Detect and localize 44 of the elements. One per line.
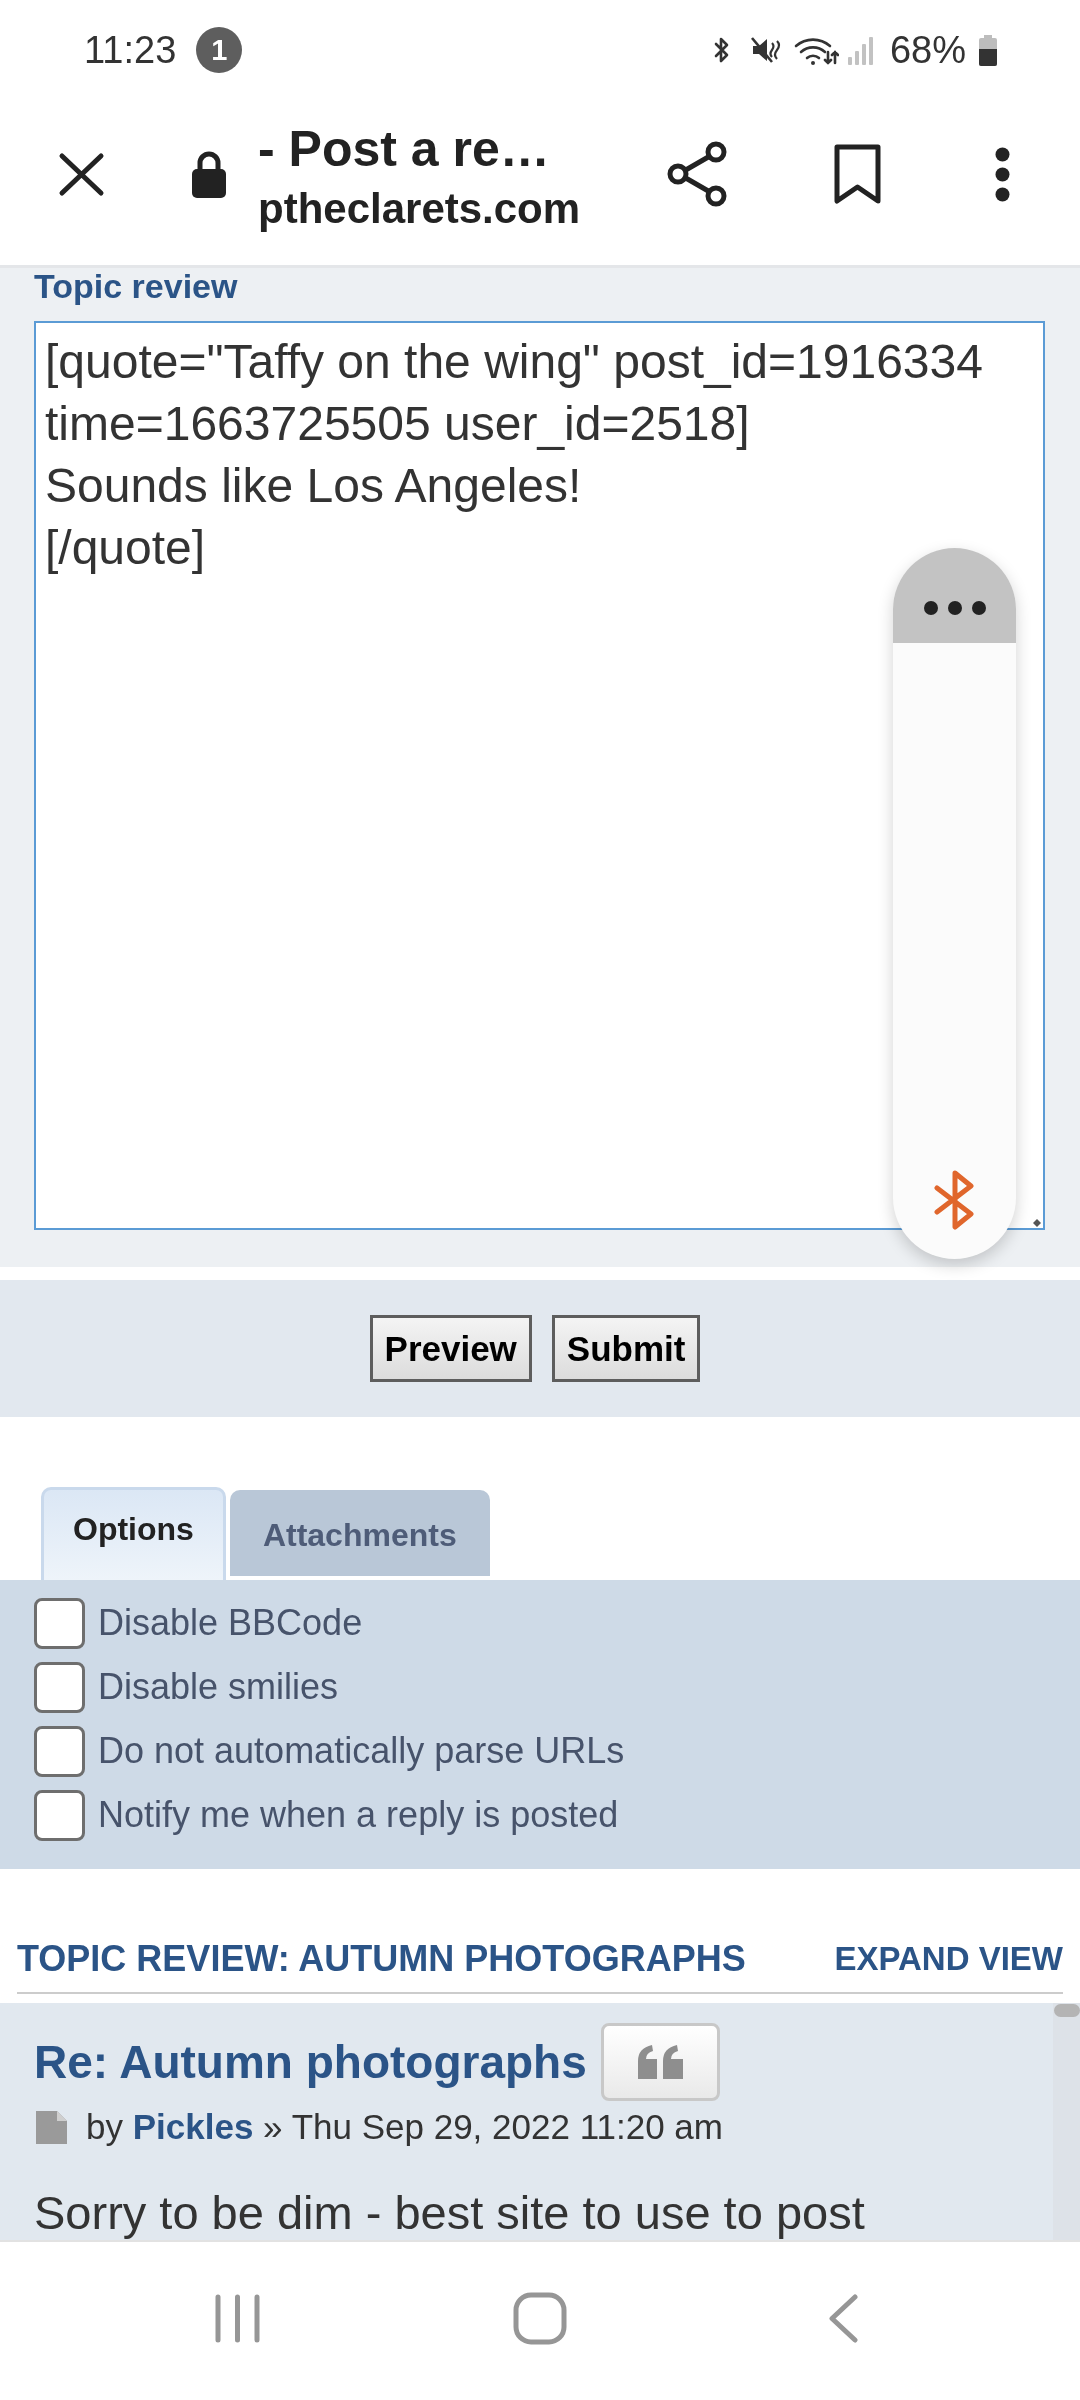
status-time: 11:23 [84, 28, 177, 72]
expand-view-link[interactable]: EXPAND VIEW [834, 1937, 1063, 1981]
option-label: Disable smilies [98, 1666, 339, 1708]
page-url[interactable]: ptheclarets.com [258, 184, 581, 234]
scrollbar-thumb[interactable] [1054, 2004, 1080, 2017]
post-byline: by Pickles » Thu Sep 29, 2022 11:20 am [86, 2106, 723, 2148]
more-icon[interactable] [923, 600, 986, 615]
post-title-link[interactable]: Re: Autumn photographs [34, 2035, 587, 2089]
back-icon[interactable] [828, 2293, 858, 2343]
option-label: Notify me when a reply is posted [98, 1794, 619, 1836]
checkbox[interactable] [34, 1789, 85, 1841]
wifi-icon [792, 35, 839, 65]
signal-icon [846, 35, 875, 65]
topic-review-heading: TOPIC REVIEW: AUTUMN PHOTOGRAPHS [17, 1937, 746, 1981]
menu-icon[interactable] [995, 146, 1010, 202]
bookmark-icon[interactable] [833, 143, 882, 205]
page-title: - Post a re… [258, 120, 550, 178]
option-label: Disable BBCode [98, 1602, 363, 1644]
author-link[interactable]: Pickles [132, 2107, 254, 2146]
mute-icon [750, 35, 783, 65]
message-field[interactable]: [quote="Taffy on the wing" post_id=1916334 time=1663725505 user_id=2518] Sounds like Los Angeles! [/quote] [34, 321, 1045, 1230]
checkbox[interactable] [34, 1725, 85, 1777]
checkbox[interactable] [34, 1597, 85, 1649]
close-icon[interactable] [58, 151, 105, 197]
resize-grip-icon[interactable] [1033, 1219, 1041, 1227]
tab[interactable]: Options [41, 1487, 226, 1580]
bluetooth-icon[interactable] [932, 1170, 977, 1230]
submit-button[interactable]: Submit [551, 1315, 701, 1382]
option-label: Do not automatically parse URLs [98, 1730, 625, 1772]
home-icon[interactable] [513, 2291, 567, 2345]
preview-button[interactable]: Preview [369, 1315, 532, 1382]
recent-apps-icon[interactable] [214, 2293, 260, 2343]
notification-count: 1 [196, 27, 243, 73]
editor-label: Topic review [34, 268, 238, 304]
battery-percent: 68% [889, 28, 966, 72]
document-icon [36, 2110, 67, 2144]
share-icon[interactable] [667, 141, 727, 207]
checkbox[interactable] [34, 1661, 85, 1713]
battery-icon [977, 34, 999, 66]
lock-icon [191, 150, 227, 198]
post-text: Sorry to be dim - best site to use to post [34, 2189, 865, 2237]
quote-button[interactable] [600, 2023, 720, 2101]
tab[interactable]: Attachments [229, 1490, 490, 1576]
quote-icon [637, 2045, 683, 2079]
